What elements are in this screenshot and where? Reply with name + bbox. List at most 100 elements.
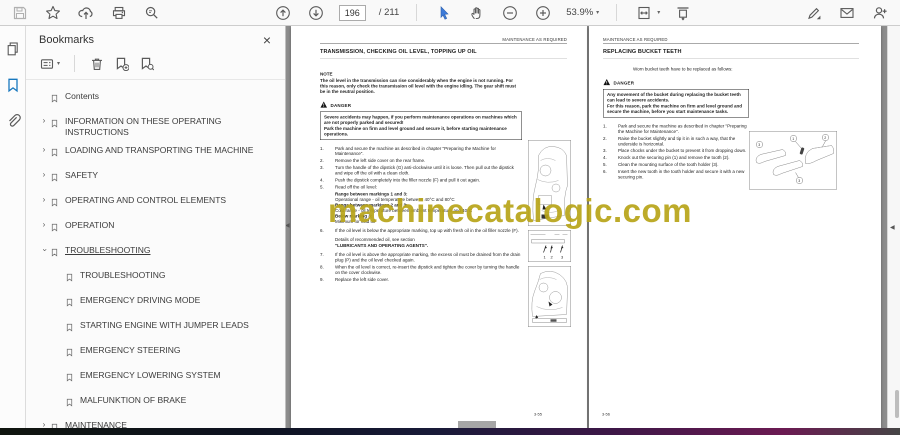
fill-and-sign-icon[interactable]	[804, 3, 824, 23]
bookmark-icon	[65, 320, 74, 338]
bookmark-options-dropdown[interactable]: ▾	[39, 56, 60, 71]
expand-chevron-icon[interactable]: ›	[38, 195, 50, 205]
bookmark-item-troubleshooting-child[interactable]: TROUBLESHOOTING	[38, 266, 279, 291]
bookmark-icon	[65, 270, 74, 288]
share-with-person-icon[interactable]	[870, 3, 890, 23]
collapse-panel-arrow-icon[interactable]: ◀	[286, 222, 290, 229]
taskbar-edge	[0, 428, 900, 435]
bookmark-item-emergency-lowering[interactable]: EMERGENCY LOWERING SYSTEM	[38, 366, 279, 391]
bookmarks-panel-header: Bookmarks ×	[26, 26, 285, 50]
bookmark-item-loading-transporting[interactable]: › LOADING AND TRANSPORTING THE MACHINE	[38, 141, 279, 166]
warning-triangle-icon	[320, 101, 328, 108]
select-tool-icon[interactable]	[434, 3, 454, 23]
figure-engine-compartment-top	[528, 140, 571, 226]
procedure-steps: 1. Park and secure the machine as describ…	[603, 123, 749, 180]
bookmark-item-emergency-driving[interactable]: EMERGENCY DRIVING MODE	[38, 291, 279, 316]
step: 5. Read off the oil level:	[320, 184, 377, 190]
bookmark-icon	[50, 245, 59, 263]
toolbar-right-group	[804, 3, 890, 23]
bookmark-item-contents[interactable]: Contents	[38, 87, 279, 112]
bookmark-icon	[50, 91, 59, 109]
step: 3. Turn the handle of the dipstick (G) an…	[320, 165, 514, 176]
toolbar-left-group	[10, 3, 162, 23]
figure-dipstick-markings: 1 2 3	[528, 230, 571, 262]
bookmark-item-malfunktion-brake[interactable]: MALFUNKTION OF BRAKE	[38, 391, 279, 416]
svg-text:1: 1	[544, 255, 547, 260]
document-pane: ◀ machinecatalogic.com MAINTENANCE AS RE…	[286, 26, 887, 428]
bookmark-icon	[50, 145, 59, 163]
bookmark-icon	[50, 420, 59, 428]
bookmark-item-emergency-steering[interactable]: EMERGENCY STEERING	[38, 341, 279, 366]
figure-stack: 1 2 3	[528, 140, 571, 331]
bookmark-item-safety[interactable]: › SAFETY	[38, 166, 279, 191]
print-icon[interactable]	[109, 3, 129, 23]
bookmark-item-operating-control[interactable]: › OPERATING AND CONTROL ELEMENTS	[38, 191, 279, 216]
expand-chevron-icon[interactable]: ›	[38, 145, 50, 155]
step: 6. If the oil level is below the appropri…	[320, 228, 519, 234]
intro-text: Worn bucket teeth have to be replaced as…	[633, 66, 733, 72]
expand-chevron-icon[interactable]: ›	[38, 170, 50, 180]
step: 7. If the oil level is above the appropri…	[320, 252, 521, 263]
right-tools-strip: ◀	[887, 26, 900, 428]
bookmark-icon	[65, 395, 74, 413]
bookmark-item-troubleshooting[interactable]: › TROUBLESHOOTING	[38, 241, 279, 266]
page-total-label: / 211	[378, 7, 400, 18]
share-upload-icon[interactable]	[76, 3, 96, 23]
step: 8. When the oil level is correct, re-inse…	[320, 264, 520, 275]
bookmark-icon	[50, 170, 59, 188]
bookmark-item-jumper-leads[interactable]: STARTING ENGINE WITH JUMPER LEADS	[38, 316, 279, 341]
bookmark-item-information[interactable]: › INFORMATION ON THESE OPERATING INSTRUC…	[38, 112, 279, 141]
svg-text:3: 3	[561, 255, 564, 260]
page-number-input[interactable]: 196	[338, 4, 366, 21]
danger-heading: DANGER	[603, 78, 749, 86]
expand-chevron-icon[interactable]: ›	[38, 220, 50, 230]
attachments-icon[interactable]	[4, 112, 22, 130]
expand-current-bookmark-icon[interactable]	[139, 56, 155, 71]
send-email-icon[interactable]	[837, 3, 857, 23]
svg-text:1: 1	[792, 137, 794, 141]
save-icon[interactable]	[10, 3, 30, 23]
bookmarks-panel-icon[interactable]	[4, 76, 22, 94]
fit-width-icon	[634, 3, 654, 23]
page-thumbnails-icon[interactable]	[4, 40, 22, 58]
vertical-scrollbar-thumb[interactable]	[895, 390, 899, 418]
procedure-steps: 1. Park and secure the machine as describ…	[320, 146, 522, 283]
expand-tools-panel-arrow-icon[interactable]: ◀	[890, 224, 895, 231]
bookmark-icon	[50, 220, 59, 238]
bookmark-item-operation[interactable]: › OPERATION	[38, 216, 279, 241]
step: 2. Raise the bucket slightly and tip it i…	[603, 135, 736, 147]
step: 1. Park and secure the machine as describ…	[320, 145, 496, 157]
pdf-page-right[interactable]: MAINTENANCE AS REQUIRED REPLACING BUCKET…	[589, 26, 881, 428]
zoom-out-icon[interactable]	[500, 3, 520, 23]
previous-page-icon[interactable]	[273, 3, 293, 23]
bookmarks-panel-title: Bookmarks	[39, 34, 95, 46]
delete-bookmark-icon[interactable]	[89, 56, 104, 71]
left-navigation-rail	[0, 26, 26, 428]
zoom-in-icon[interactable]	[533, 3, 553, 23]
expand-chevron-icon[interactable]: ›	[38, 420, 50, 429]
danger-box: Any movement of the bucket during replac…	[603, 88, 749, 118]
search-icon[interactable]	[142, 3, 162, 23]
note-label: NOTE	[320, 71, 333, 77]
horizontal-scrollbar-thumb[interactable]	[458, 421, 496, 428]
new-bookmark-icon[interactable]	[114, 56, 130, 71]
next-page-icon[interactable]	[306, 3, 326, 23]
bookmark-item-maintenance[interactable]: › MAINTENANCE	[38, 416, 279, 428]
page-scrolling-mode-icon[interactable]	[673, 3, 693, 23]
hand-tool-icon[interactable]	[467, 3, 487, 23]
note-text: The oil level in the transmission can ri…	[320, 77, 517, 94]
expand-chevron-icon[interactable]: ›	[38, 116, 50, 126]
fit-width-dropdown[interactable]: ▾	[634, 3, 660, 23]
star-favorite-icon[interactable]	[43, 3, 63, 23]
bookmark-icon	[65, 295, 74, 313]
collapse-chevron-icon[interactable]: ›	[38, 245, 50, 255]
close-icon[interactable]: ×	[263, 33, 271, 47]
pdf-page-left[interactable]: MAINTENANCE AS REQUIRED TRANSMISSION, CH…	[291, 26, 587, 428]
oil-note: Details of recommended oil, see section	[335, 237, 415, 243]
warning-triangle-icon	[603, 78, 611, 85]
zoom-level-dropdown[interactable]: 53.9% ▾	[566, 7, 599, 18]
pdf-viewer-window: 196 / 211 53.9% ▾ ▾ Bookmarks × ▾ Conten…	[0, 0, 900, 435]
main-area: Bookmarks × ▾ Contents › INFORMATION ON …	[0, 26, 900, 428]
running-header: MAINTENANCE AS REQUIRED	[320, 37, 567, 45]
step: 5. Clean the mounting surface of the toot…	[603, 162, 719, 168]
